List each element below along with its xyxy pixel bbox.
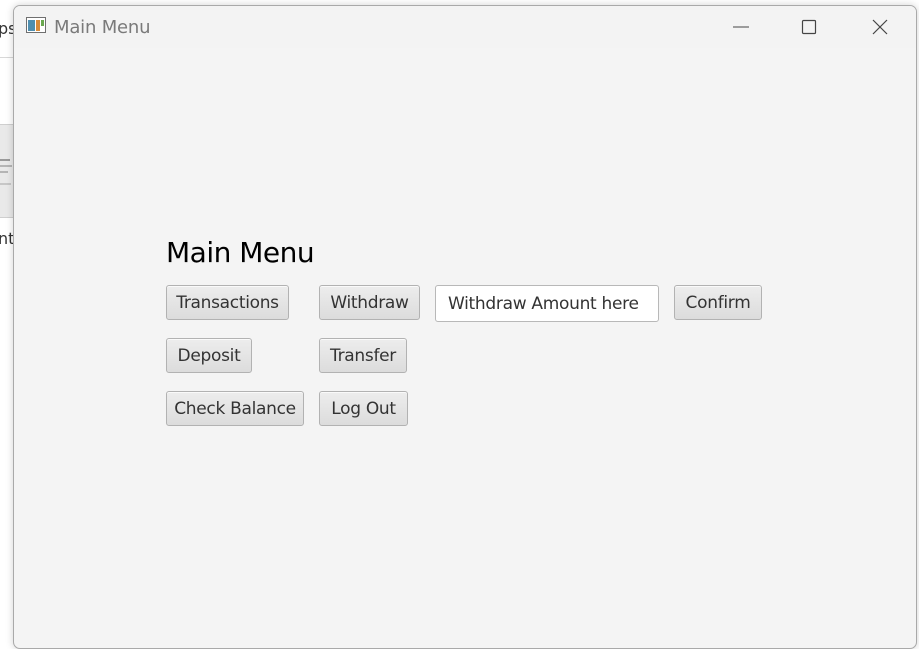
maximize-icon	[801, 19, 817, 35]
java-app-icon	[26, 17, 46, 33]
transfer-button[interactable]: Transfer	[319, 338, 407, 373]
log-out-button[interactable]: Log Out	[319, 391, 408, 426]
deposit-button[interactable]: Deposit	[166, 338, 252, 373]
minimize-button[interactable]	[711, 6, 771, 48]
main-menu-window: Main Menu Main Menu Transactions Withdra…	[13, 5, 917, 649]
withdraw-amount-input[interactable]	[435, 285, 659, 322]
page-title: Main Menu	[166, 236, 315, 269]
withdraw-button[interactable]: Withdraw	[319, 285, 420, 320]
background-thumbnail	[0, 124, 14, 218]
close-icon	[872, 19, 888, 35]
confirm-button[interactable]: Confirm	[674, 285, 762, 320]
window-title: Main Menu	[54, 17, 151, 38]
background-divider	[0, 57, 14, 58]
transactions-button[interactable]: Transactions	[166, 285, 289, 320]
title-bar[interactable]: Main Menu	[14, 6, 916, 48]
main-content: Main Menu Transactions Withdraw Confirm …	[14, 48, 916, 648]
check-balance-button[interactable]: Check Balance	[166, 391, 304, 426]
minimize-icon	[733, 19, 749, 35]
maximize-button[interactable]	[779, 6, 839, 48]
close-button[interactable]	[850, 6, 910, 48]
